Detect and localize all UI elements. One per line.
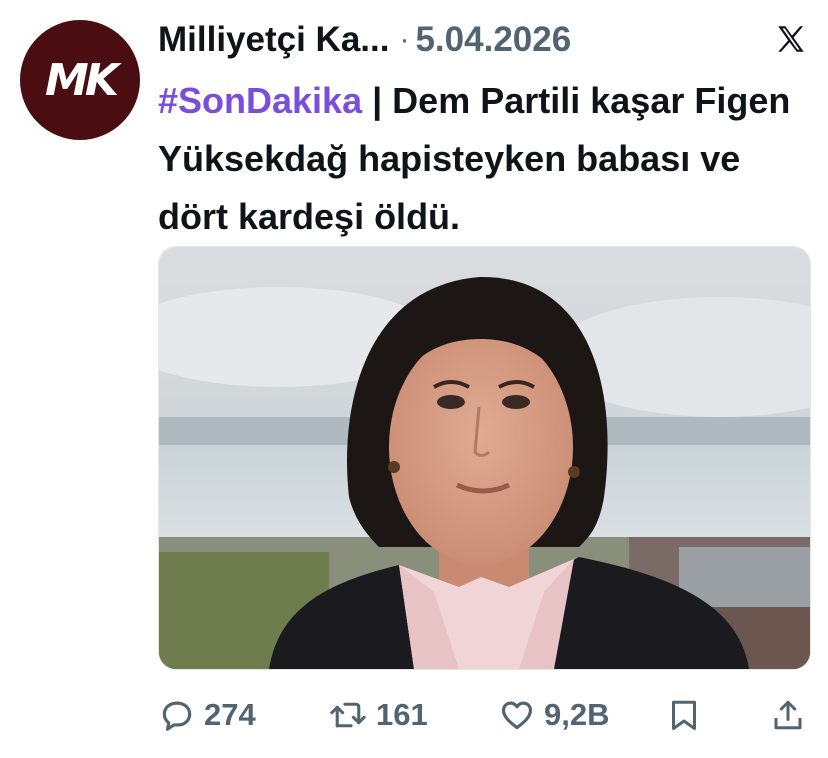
- like-button[interactable]: 9,2B: [498, 690, 609, 740]
- tweet-photo[interactable]: [158, 246, 811, 670]
- avatar-logo: MK: [45, 54, 119, 106]
- like-icon: [501, 701, 533, 730]
- bookmark-icon: [672, 700, 696, 730]
- bookmark-button[interactable]: [666, 690, 702, 740]
- reply-count: 274: [204, 697, 256, 732]
- share-button[interactable]: [770, 690, 806, 740]
- retweet-button[interactable]: 161: [328, 690, 428, 740]
- retweet-count: 161: [376, 697, 428, 732]
- hashtag-link[interactable]: #SonDakika: [158, 80, 362, 121]
- share-icon: [774, 700, 802, 730]
- like-count: 9,2B: [544, 697, 610, 732]
- reply-icon: [162, 701, 192, 731]
- x-logo-icon: [778, 26, 804, 52]
- profile-avatar[interactable]: MK: [20, 20, 140, 140]
- tweet-body: #SonDakika | Dem Partili kaşar Figen Yük…: [158, 72, 808, 246]
- tweet-header: Milliyetçi Ka... · 5.04.2026: [158, 14, 808, 66]
- separator-dot: ·: [399, 23, 410, 56]
- tweet-actions: 274 161 9,2B: [158, 690, 808, 740]
- portrait-photo: [159, 247, 810, 669]
- reply-button[interactable]: 274: [158, 690, 256, 740]
- retweet-icon: [330, 702, 366, 728]
- tweet-date[interactable]: 5.04.2026: [415, 20, 571, 60]
- author-name[interactable]: Milliyetçi Ka...: [158, 20, 389, 60]
